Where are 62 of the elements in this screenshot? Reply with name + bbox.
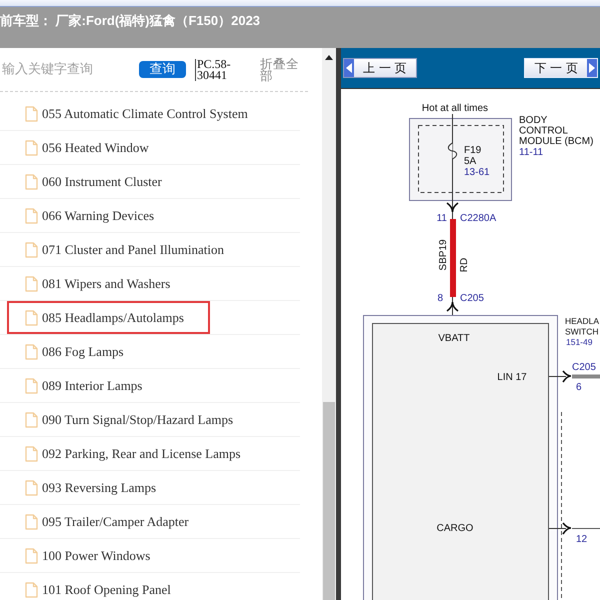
switch-label: HEADLA SWITCH (565, 316, 600, 336)
scrollbar-thumb[interactable] (323, 402, 335, 600)
circuit-label: SBP19 (438, 239, 449, 271)
fuse-rating: 5A (464, 156, 476, 167)
sidebar-item[interactable]: 095 Trailer/Camper Adapter (7, 505, 215, 538)
document-icon (25, 412, 38, 428)
document-icon (25, 140, 38, 156)
sidebar-item[interactable]: 066 Warning Devices (7, 199, 180, 232)
document-icon (25, 480, 38, 496)
pin-number: 11 (436, 213, 447, 224)
switch-reference: 151-49 (566, 337, 592, 347)
lin-label: LIN 17 (497, 372, 527, 383)
wire-color-label: RD (459, 258, 470, 272)
pin-number: 6 (576, 382, 582, 393)
fuse-reference: 13-61 (464, 167, 490, 178)
document-icon (25, 548, 38, 564)
document-icon (25, 276, 38, 292)
fuse-icon (448, 142, 458, 160)
sidebar-item[interactable]: 101 Roof Opening Panel (7, 573, 197, 600)
connector-label: C205 (460, 293, 484, 304)
connector-label: C2280A (460, 213, 496, 224)
sidebar-item[interactable]: 085 Headlamps/Autolamps (7, 301, 210, 334)
scrollbar[interactable] (322, 48, 336, 600)
connector-icon (446, 301, 458, 312)
module-label: BODY CONTROL MODULE (BCM) (519, 115, 594, 147)
module-reference: 11-11 (519, 147, 544, 158)
document-icon (25, 514, 38, 530)
document-icon (25, 174, 38, 190)
connector-label: C205 (572, 362, 596, 373)
sidebar-item[interactable]: 086 Fog Lamps (7, 335, 150, 368)
next-page-button[interactable]: 下 一 页 (524, 58, 598, 78)
sidebar-item[interactable]: 100 Power Windows (7, 539, 176, 572)
document-icon (25, 310, 38, 326)
document-icon (25, 378, 38, 394)
document-icon (25, 446, 38, 462)
pin-number: 12 (576, 534, 588, 545)
document-icon (25, 582, 38, 598)
scroll-up-icon[interactable] (325, 55, 333, 60)
cargo-label: CARGO (436, 523, 474, 534)
supply-label: Hot at all times (422, 103, 488, 114)
fuse-name: F19 (464, 145, 482, 156)
sidebar-item[interactable]: 056 Heated Window (7, 131, 175, 164)
sidebar-item[interactable]: 089 Interior Lamps (7, 369, 168, 402)
sidebar-item[interactable]: 055 Automatic Climate Control System (7, 97, 274, 130)
connector-icon (446, 202, 458, 213)
sidebar-item[interactable]: 060 Instrument Cluster (7, 165, 188, 198)
sidebar-item[interactable]: 092 Parking, Rear and License Lamps (7, 437, 267, 470)
document-icon (25, 344, 38, 360)
sidebar-item[interactable]: 071 Cluster and Panel Illumination (7, 233, 250, 266)
previous-page-button[interactable]: 上 一 页 (343, 58, 417, 78)
vbatt-label: VBATT (438, 333, 470, 344)
sidebar-item[interactable]: 093 Reversing Lamps (7, 471, 182, 504)
sidebar-item[interactable]: 081 Wipers and Washers (7, 267, 196, 300)
document-icon (25, 208, 38, 224)
search-field[interactable]: 输入关键字查询 (0, 60, 130, 80)
sidebar-item[interactable]: 090 Turn Signal/Stop/Hazard Lamps (7, 403, 260, 436)
search-button[interactable]: 查询 (139, 61, 186, 78)
document-icon (25, 106, 38, 122)
document-code: PC.58-30441 (195, 58, 239, 80)
pin-number: 8 (437, 293, 443, 304)
vehicle-title: 前车型： 厂家:Ford(福特)猛禽（F150）2023 (0, 13, 260, 28)
document-icon (25, 242, 38, 258)
